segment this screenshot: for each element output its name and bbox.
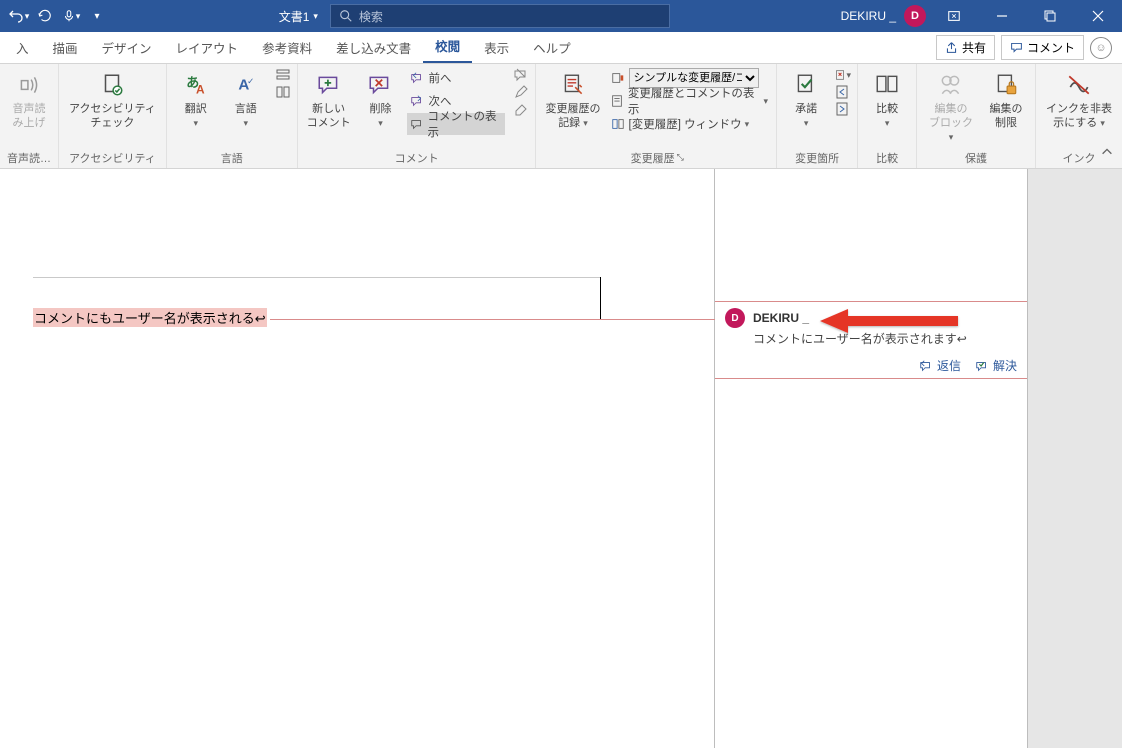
accept-icon [790, 69, 822, 101]
comment-author: DEKIRU _ [753, 311, 809, 325]
share-button[interactable]: 共有 [936, 35, 995, 60]
comments-button[interactable]: コメント [1001, 35, 1084, 60]
maximize-button[interactable] [1030, 0, 1070, 32]
delete-comment-icon [364, 69, 396, 101]
reply-button[interactable]: 返信 [919, 357, 961, 374]
restrict-editing-button[interactable]: 編集の 制限 [983, 67, 1029, 133]
group-label-accessibility: アクセシビリティ [65, 149, 160, 168]
user-avatar[interactable]: D [904, 5, 926, 27]
group-label-changes: 変更箇所 [783, 149, 851, 168]
new-comment-button[interactable]: 新しい コメント [304, 67, 354, 133]
tab-view[interactable]: 表示 [472, 32, 521, 63]
minimize-button[interactable] [982, 0, 1022, 32]
comment-avatar: D [725, 308, 745, 328]
tab-review[interactable]: 校閲 [423, 30, 472, 63]
compare-icon [871, 69, 903, 101]
accessibility-button[interactable]: アクセシビリティ チェック [65, 67, 160, 133]
highlighted-text[interactable]: コメントにもユーザー名が表示される↩ [33, 308, 267, 327]
group-label-comment: コメント [304, 149, 530, 168]
delete-comment-button[interactable]: 削除▾ [357, 67, 403, 133]
language-button[interactable]: A✓ 言語▾ [223, 67, 269, 133]
document-title[interactable]: 文書1 ▾ [279, 8, 318, 25]
text-cursor [600, 277, 601, 319]
show-markup-button[interactable]: 変更履歴とコメントの表示 ▾ [608, 90, 771, 112]
display-icon [610, 70, 626, 86]
pen-icon[interactable] [513, 84, 529, 100]
next-change-button[interactable] [835, 101, 851, 117]
hide-ink-icon [1063, 69, 1095, 101]
ribbon-tabs: 入 描画 デザイン レイアウト 参考資料 差し込み文書 校閲 表示 ヘルプ 共有… [0, 32, 1122, 64]
restrict-editing-icon [990, 69, 1022, 101]
reviewing-pane-icon [610, 116, 626, 132]
group-label-protect: 保護 [923, 149, 1029, 168]
group-label-compare: 比較 [864, 149, 910, 168]
tab-help[interactable]: ヘルプ [521, 32, 583, 63]
tab-design[interactable]: デザイン [90, 32, 164, 63]
next-comment-icon [409, 93, 425, 109]
accessibility-icon [96, 69, 128, 101]
language-icon: A✓ [230, 69, 262, 101]
compare-button[interactable]: 比較▾ [864, 67, 910, 133]
search-box[interactable]: 検索 [330, 4, 670, 28]
annotation-arrow [820, 307, 960, 338]
prev-change-button[interactable] [835, 84, 851, 100]
qat-customize[interactable]: ▾ [86, 5, 108, 27]
ink-comment-icon[interactable] [513, 67, 529, 83]
thesaurus-icon[interactable] [275, 84, 291, 100]
accept-button[interactable]: 承諾▾ [783, 67, 829, 133]
show-comments-icon [409, 116, 424, 132]
eraser-icon[interactable] [513, 101, 529, 117]
group-label-tracking: 変更履歴⤡ [542, 149, 770, 168]
ribbon: 音声読 み上げ 音声読… アクセシビリティ チェック アクセシビリティ あA 翻… [0, 64, 1122, 169]
title-bar: ▾ ▾ ▾ 文書1 ▾ 検索 DEKIRU _ D [0, 0, 1122, 32]
user-name[interactable]: DEKIRU _ [841, 9, 896, 23]
show-markup-icon [610, 93, 625, 109]
resolve-button[interactable]: 解決 [975, 357, 1017, 374]
close-button[interactable] [1078, 0, 1118, 32]
undo-button[interactable]: ▾ [8, 5, 30, 27]
search-placeholder: 検索 [359, 8, 383, 25]
document-area: コメントにもユーザー名が表示される↩ D DEKIRU _ コメントにユーザー名… [0, 169, 1122, 748]
reject-button[interactable]: ▾ [835, 67, 851, 83]
read-aloud-button[interactable]: 音声読 み上げ [6, 67, 52, 133]
svg-text:✓: ✓ [247, 76, 254, 86]
tab-mailings[interactable]: 差し込み文書 [324, 32, 423, 63]
tab-layout[interactable]: レイアウト [164, 32, 251, 63]
tab-insert[interactable]: 入 [4, 32, 41, 63]
tab-references[interactable]: 参考資料 [250, 32, 324, 63]
ribbon-mode-button[interactable] [934, 0, 974, 32]
track-changes-icon [557, 69, 589, 101]
translate-icon: あA [180, 69, 212, 101]
document-page[interactable]: コメントにもユーザー名が表示される↩ [0, 169, 715, 748]
feedback-icon[interactable]: ☺ [1090, 37, 1112, 59]
tab-draw[interactable]: 描画 [41, 32, 90, 63]
hide-ink-button[interactable]: インクを非表 示にする ▾ [1042, 67, 1116, 133]
show-comments-button[interactable]: コメントの表示 [407, 113, 505, 135]
svg-text:A: A [196, 83, 205, 97]
read-aloud-icon [13, 69, 45, 101]
comment-pane: D DEKIRU _ コメントにユーザー名が表示されます↩ 返信 解決 [715, 169, 1028, 748]
block-authors-icon [935, 69, 967, 101]
prev-comment-icon [409, 70, 425, 86]
word-count-icon[interactable] [275, 67, 291, 83]
redo-button[interactable] [34, 5, 56, 27]
block-authors-button: 編集の ブロック ▾ [923, 67, 979, 146]
prev-comment-button[interactable]: 前へ [407, 67, 505, 89]
comment-connector [270, 319, 730, 320]
group-label-language: 言語 [173, 149, 291, 168]
reviewing-pane-button[interactable]: [変更履歴] ウィンドウ ▾ [608, 113, 771, 135]
new-comment-icon [313, 69, 345, 101]
group-label-voice: 音声読… [6, 149, 52, 168]
collapse-ribbon-button[interactable] [1100, 145, 1114, 162]
track-changes-button[interactable]: 変更履歴の 記録 ▾ [542, 67, 603, 133]
translate-button[interactable]: あA 翻訳▾ [173, 67, 219, 133]
mic-button[interactable]: ▾ [60, 5, 82, 27]
